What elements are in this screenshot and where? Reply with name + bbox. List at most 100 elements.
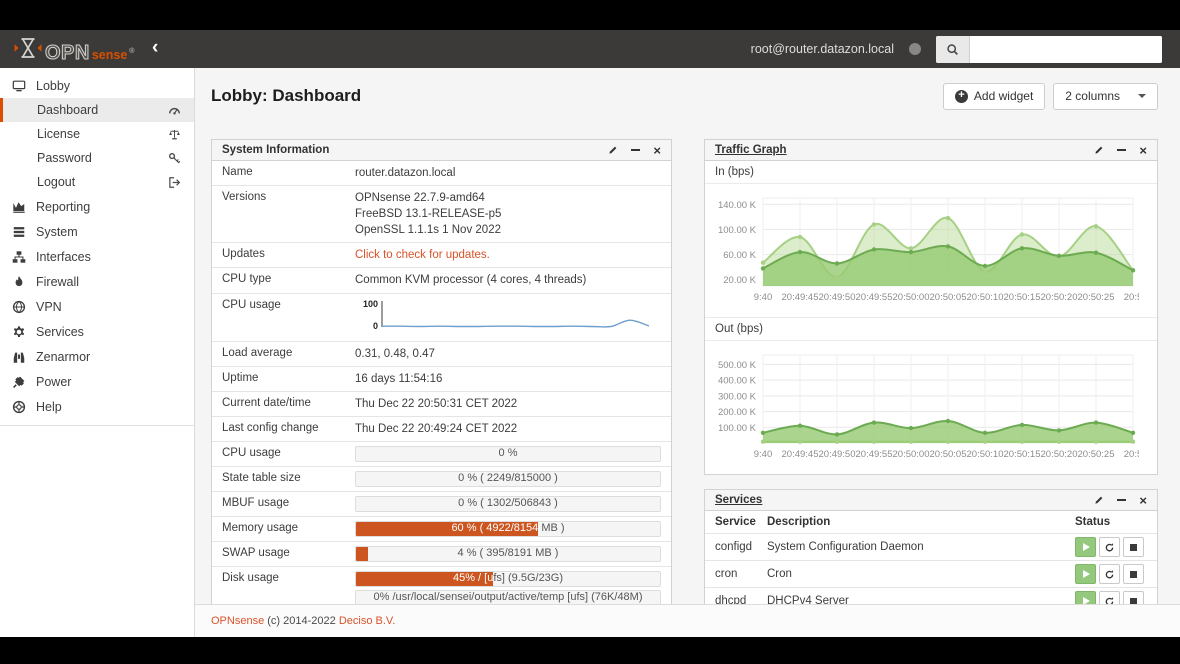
opnsense-logo-icon xyxy=(13,36,43,60)
brand-opn: OPN xyxy=(45,43,90,63)
sidebar-item-help[interactable]: Help xyxy=(0,394,194,419)
play-icon xyxy=(1083,597,1090,604)
widget-close-button[interactable]: × xyxy=(1139,144,1147,157)
progress-bar: 45% / [ufs] (9.5G/23G)45% / [ufs] (9.5G/… xyxy=(355,571,661,587)
row-label: Updates xyxy=(222,247,355,260)
sidebar-item-system[interactable]: System xyxy=(0,219,194,244)
sidebar-item-interfaces[interactable]: Interfaces xyxy=(0,244,194,269)
svg-text:20:49:55: 20:49:55 xyxy=(856,292,893,303)
widget-edit-button[interactable] xyxy=(1094,495,1104,505)
opnsense-footer-link[interactable]: OPNsense xyxy=(211,615,264,627)
row-value: 0 %0 % xyxy=(355,446,661,462)
svg-text:20:50:25: 20:50:25 xyxy=(1078,449,1115,460)
svg-text:400.00 K: 400.00 K xyxy=(718,376,757,387)
row-value: 1000 xyxy=(355,298,661,337)
widget-close-button[interactable]: × xyxy=(1139,494,1147,507)
service-row-dhcpd: dhcpdDHCPv4 Server xyxy=(705,588,1157,604)
columns-select[interactable]: 2 columns xyxy=(1053,83,1158,110)
sidebar-collapse-button[interactable]: ‹ xyxy=(152,38,158,60)
widget-edit-button[interactable] xyxy=(608,145,618,155)
sidebar-item-label: Logout xyxy=(37,175,75,189)
table-row: CPU typeCommon KVM processor (4 cores, 4… xyxy=(212,268,671,293)
widget-edit-button[interactable] xyxy=(1094,145,1104,155)
sidebar-item-firewall[interactable]: Firewall xyxy=(0,269,194,294)
add-widget-button[interactable]: + Add widget xyxy=(943,83,1045,110)
row-label: Last config change xyxy=(222,421,355,434)
row-value: 4 % ( 395/8191 MB )4 % ( 395/8191 MB ) xyxy=(355,546,661,562)
widget-collapse-button[interactable] xyxy=(631,149,640,151)
sidebar-item-label: License xyxy=(37,127,80,141)
restart-icon xyxy=(1104,596,1115,605)
services-title-link[interactable]: Services xyxy=(715,494,762,506)
sidebar-item-zenarmor[interactable]: Zenarmor xyxy=(0,344,194,369)
sidebar-item-label: Help xyxy=(36,400,62,414)
service-start-button[interactable] xyxy=(1075,537,1096,557)
service-name: dhcpd xyxy=(715,595,767,604)
status-dot xyxy=(909,43,921,55)
table-row: SWAP usage4 % ( 395/8191 MB )4 % ( 395/8… xyxy=(212,542,671,567)
widget-close-button[interactable]: × xyxy=(653,144,661,157)
sidebar-item-lobby[interactable]: Lobby xyxy=(0,73,194,98)
services-header: Services × xyxy=(705,490,1157,511)
row-label: Versions xyxy=(222,190,355,203)
traffic-graph-header: Traffic Graph × xyxy=(705,140,1157,161)
service-start-button[interactable] xyxy=(1075,564,1096,584)
service-stop-button[interactable] xyxy=(1123,537,1144,557)
service-restart-button[interactable] xyxy=(1099,564,1120,584)
svg-text:140.00 K: 140.00 K xyxy=(718,200,757,211)
sidebar-item-label: Dashboard xyxy=(37,103,98,117)
global-search-input[interactable] xyxy=(970,36,1162,63)
global-search xyxy=(936,36,1162,63)
search-icon[interactable] xyxy=(936,36,970,63)
check-updates-link[interactable]: Click to check for updates. xyxy=(355,249,490,261)
row-value: 45% / [ufs] (9.5G/23G)45% / [ufs] (9.5G/… xyxy=(355,571,661,604)
sidebar-item-license[interactable]: License xyxy=(0,122,194,146)
service-restart-button[interactable] xyxy=(1099,537,1120,557)
table-row: Load average0.31, 0.48, 0.47 xyxy=(212,342,671,367)
sidebar-item-label: VPN xyxy=(36,300,62,314)
row-label: Memory usage xyxy=(222,521,355,534)
svg-text:9:40: 9:40 xyxy=(754,449,773,460)
widget-collapse-button[interactable] xyxy=(1117,499,1126,501)
sidebar-item-label: Lobby xyxy=(36,79,70,93)
sidebar-item-reporting[interactable]: Reporting xyxy=(0,194,194,219)
table-row: State table size0 % ( 2249/815000 )0 % (… xyxy=(212,467,671,492)
table-row: Current date/timeThu Dec 22 20:50:31 CET… xyxy=(212,392,671,417)
svg-text:20:50:15: 20:50:15 xyxy=(1004,449,1041,460)
sidebar-item-label: Services xyxy=(36,325,84,339)
widgets-area: System Information × Namerouter.datazon.… xyxy=(195,124,1180,604)
sidebar-item-logout[interactable]: Logout xyxy=(0,170,194,194)
sidebar-item-power[interactable]: Power xyxy=(0,369,194,394)
traffic-graph-widget: Traffic Graph × In (bps) 20.00 K60.00 K1… xyxy=(704,139,1158,475)
deciso-footer-link[interactable]: Deciso B.V. xyxy=(339,615,395,627)
row-value: OPNsense 22.7.9-amd64FreeBSD 13.1-RELEAS… xyxy=(355,190,661,238)
plug-icon xyxy=(12,375,26,389)
svg-text:20:49:45: 20:49:45 xyxy=(782,292,819,303)
service-status xyxy=(1075,591,1147,604)
service-name: configd xyxy=(715,541,767,553)
service-stop-button[interactable] xyxy=(1123,564,1144,584)
page-header: Lobby: Dashboard + Add widget 2 columns xyxy=(195,68,1180,124)
svg-text:500.00 K: 500.00 K xyxy=(718,360,757,371)
sidebar-item-services[interactable]: Services xyxy=(0,319,194,344)
service-start-button[interactable] xyxy=(1075,591,1096,604)
service-description: System Configuration Daemon xyxy=(767,541,1075,553)
sidebar-item-dashboard[interactable]: Dashboard xyxy=(0,98,194,122)
sidebar-item-password[interactable]: Password xyxy=(0,146,194,170)
traffic-graph-title-link[interactable]: Traffic Graph xyxy=(715,144,787,156)
service-restart-button[interactable] xyxy=(1099,591,1120,604)
row-label: Disk usage xyxy=(222,571,355,584)
service-stop-button[interactable] xyxy=(1123,591,1144,604)
svg-text:20:50:15: 20:50:15 xyxy=(1004,292,1041,303)
sidebar-item-vpn[interactable]: VPN xyxy=(0,294,194,319)
screenshot-root: OPN sense ® ‹ root@router.datazon.local … xyxy=(0,0,1180,664)
row-label: Load average xyxy=(222,346,355,359)
service-row-cron: cronCron xyxy=(705,561,1157,588)
widget-collapse-button[interactable] xyxy=(1117,149,1126,151)
table-row: Uptime16 days 11:54:16 xyxy=(212,367,671,392)
services-table: configdSystem Configuration Daemon cronCr… xyxy=(705,534,1157,604)
opnsense-brand[interactable]: OPN sense ® xyxy=(0,36,148,63)
row-value: Common KVM processor (4 cores, 4 threads… xyxy=(355,272,661,288)
progress-bar: 0 % ( 1302/506843 )0 % ( 1302/506843 ) xyxy=(355,496,661,512)
row-value: 16 days 11:54:16 xyxy=(355,371,661,387)
